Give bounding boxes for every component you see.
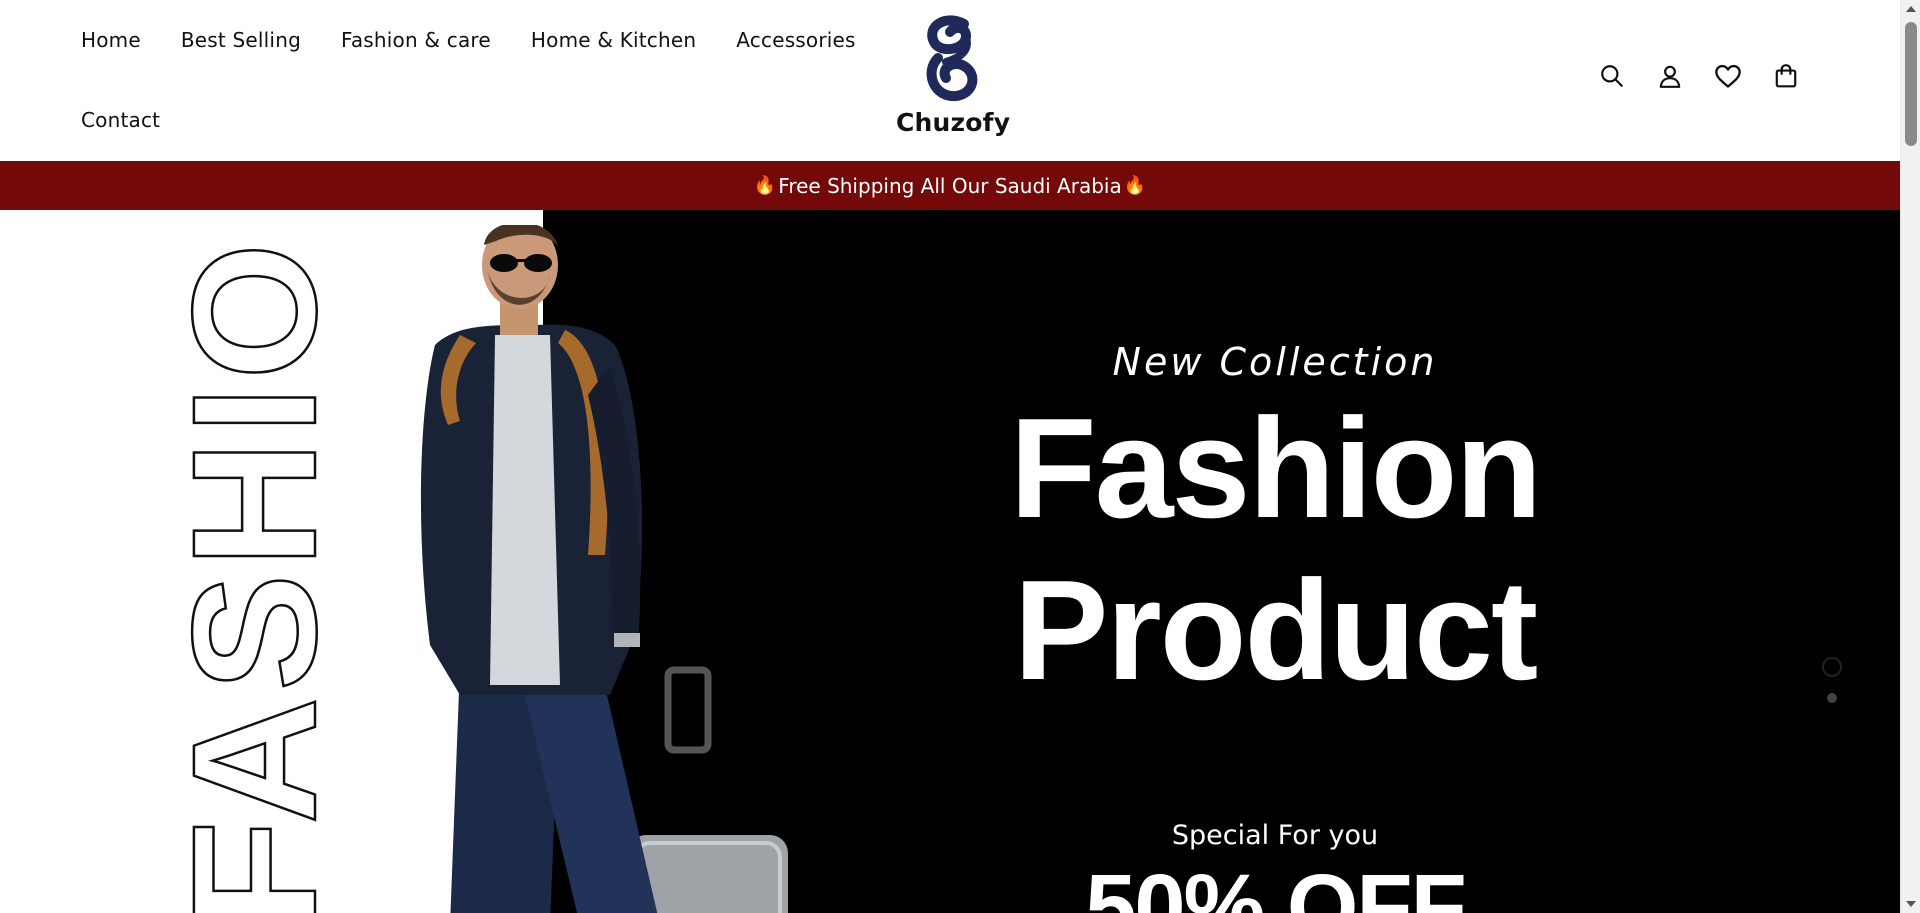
wishlist-heart-icon[interactable]: [1714, 62, 1742, 90]
nav-link-accessories[interactable]: Accessories: [736, 28, 855, 52]
scrollbar-thumb[interactable]: [1905, 22, 1917, 146]
nav-link-home-kitchen[interactable]: Home & Kitchen: [531, 28, 696, 52]
announcement-bar: 🔥 Free Shipping All Our Saudi Arabia 🔥: [0, 161, 1900, 210]
hero-copy: New Collection Fashion Product Special F…: [1000, 340, 1550, 913]
hero-model-image: [420, 225, 788, 913]
hero-subtitle: Special For you: [1171, 820, 1379, 851]
slide-dots: [1822, 657, 1842, 703]
logo-mark-icon: [926, 15, 978, 102]
hero-offer: 50% OFF: [1085, 856, 1467, 913]
nav-row-secondary: Contact: [81, 100, 841, 140]
account-icon[interactable]: [1656, 62, 1684, 90]
slide-dot-1[interactable]: [1822, 657, 1842, 677]
page-scrollbar[interactable]: [1900, 0, 1920, 913]
hero-title-line1: Fashion: [1009, 389, 1542, 548]
main-nav: Home Best Selling Fashion & care Home & …: [81, 20, 855, 140]
hero-kicker: New Collection: [1112, 340, 1438, 384]
announcement-text: Free Shipping All Our Saudi Arabia: [778, 173, 1122, 198]
site-header: Home Best Selling Fashion & care Home & …: [0, 0, 1900, 161]
hero-title-line2: Product: [1013, 551, 1538, 710]
scroll-down-arrow-icon[interactable]: [1906, 901, 1916, 907]
brand-logo[interactable]: Chuzofy: [896, 14, 1011, 144]
cart-bag-icon[interactable]: [1772, 62, 1800, 90]
slide-dot-2[interactable]: [1827, 693, 1837, 703]
hero-vertical-word-text: FASHION: [165, 248, 325, 913]
brand-name: Chuzofy: [896, 108, 1011, 137]
scroll-up-arrow-icon[interactable]: [1906, 6, 1916, 12]
nav-link-home[interactable]: Home: [81, 28, 141, 52]
header-icons: [1598, 62, 1800, 90]
nav-row-primary: Home Best Selling Fashion & care Home & …: [81, 20, 855, 60]
nav-link-best-selling[interactable]: Best Selling: [181, 28, 301, 52]
hero-slideshow[interactable]: FASHION New Collection Fashion Product S: [0, 210, 1900, 913]
hero-vertical-word: FASHION: [165, 248, 325, 913]
nav-link-contact[interactable]: Contact: [81, 108, 160, 132]
flame-icon: 🔥: [1123, 175, 1147, 196]
search-icon[interactable]: [1598, 62, 1626, 90]
flame-icon: 🔥: [753, 175, 777, 196]
nav-link-fashion-care[interactable]: Fashion & care: [341, 28, 491, 52]
